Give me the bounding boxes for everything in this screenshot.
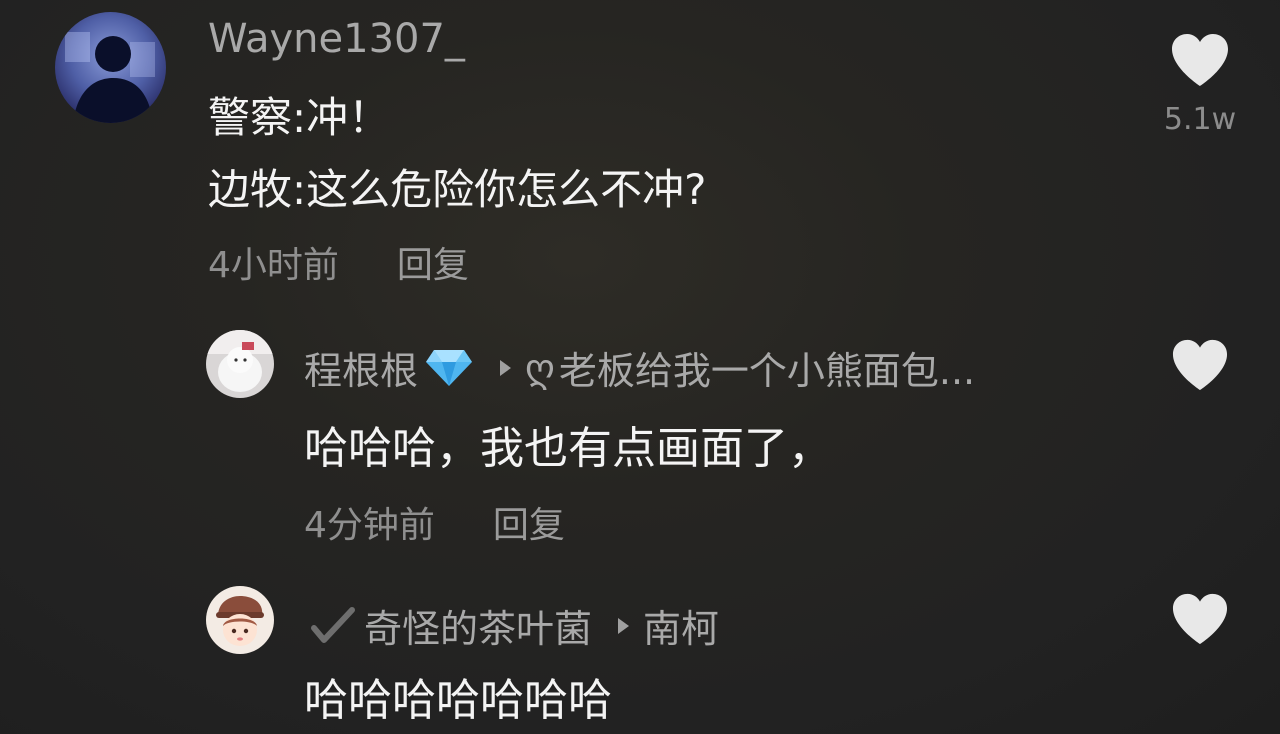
comment-text: 哈哈哈哈哈哈哈 <box>304 675 612 726</box>
check-icon <box>311 606 355 643</box>
like-button[interactable]: 5.1w <box>1155 30 1245 137</box>
reply-target[interactable]: 南柯 <box>643 607 719 651</box>
comment-text-line-1: 警察:冲！ <box>208 93 391 142</box>
username[interactable]: 奇怪的茶叶菌 南柯 <box>310 598 719 653</box>
like-button[interactable] <box>1166 590 1234 646</box>
heart-icon <box>1172 593 1228 645</box>
username[interactable]: Wayne1307_ <box>208 14 465 62</box>
user-avatar-photo-icon <box>206 330 274 398</box>
timestamp: 4小时前 <box>208 245 339 286</box>
user-avatar-photo-icon <box>55 12 166 123</box>
comment-meta: 4分钟前 回复 <box>304 496 565 548</box>
heart-icon <box>1172 34 1228 86</box>
reply-arrow-icon <box>618 617 630 634</box>
like-count: 5.1w <box>1163 102 1237 137</box>
like-button[interactable] <box>1166 336 1234 392</box>
comment-text: 哈哈哈，我也有点画面了， <box>304 423 832 474</box>
comment-meta: 4小时前 回复 <box>208 236 469 288</box>
reply-button[interactable]: 回复 <box>493 505 565 546</box>
diamond-icon <box>426 349 473 386</box>
avatar[interactable] <box>55 12 166 123</box>
username[interactable]: 程根根 ღ 老板给我一个小熊面包... <box>304 340 975 395</box>
timestamp: 4分钟前 <box>304 505 435 546</box>
username-label: Wayne1307_ <box>208 16 465 62</box>
reply-target[interactable]: 老板给我一个小熊面包... <box>559 349 975 393</box>
reply-button[interactable]: 回复 <box>397 245 469 286</box>
avatar[interactable] <box>206 586 274 654</box>
heart-icon <box>1172 339 1228 391</box>
reply-arrow-icon <box>500 359 512 376</box>
comment-text-line-2: 边牧:这么危险你怎么不冲? <box>208 165 707 214</box>
avatar[interactable] <box>206 330 274 398</box>
username-label: 程根根 <box>304 349 419 393</box>
username-label: 奇怪的茶叶菌 <box>364 607 593 651</box>
user-avatar-illustration-icon <box>206 586 274 654</box>
small-symbol-icon: ღ <box>525 345 555 390</box>
